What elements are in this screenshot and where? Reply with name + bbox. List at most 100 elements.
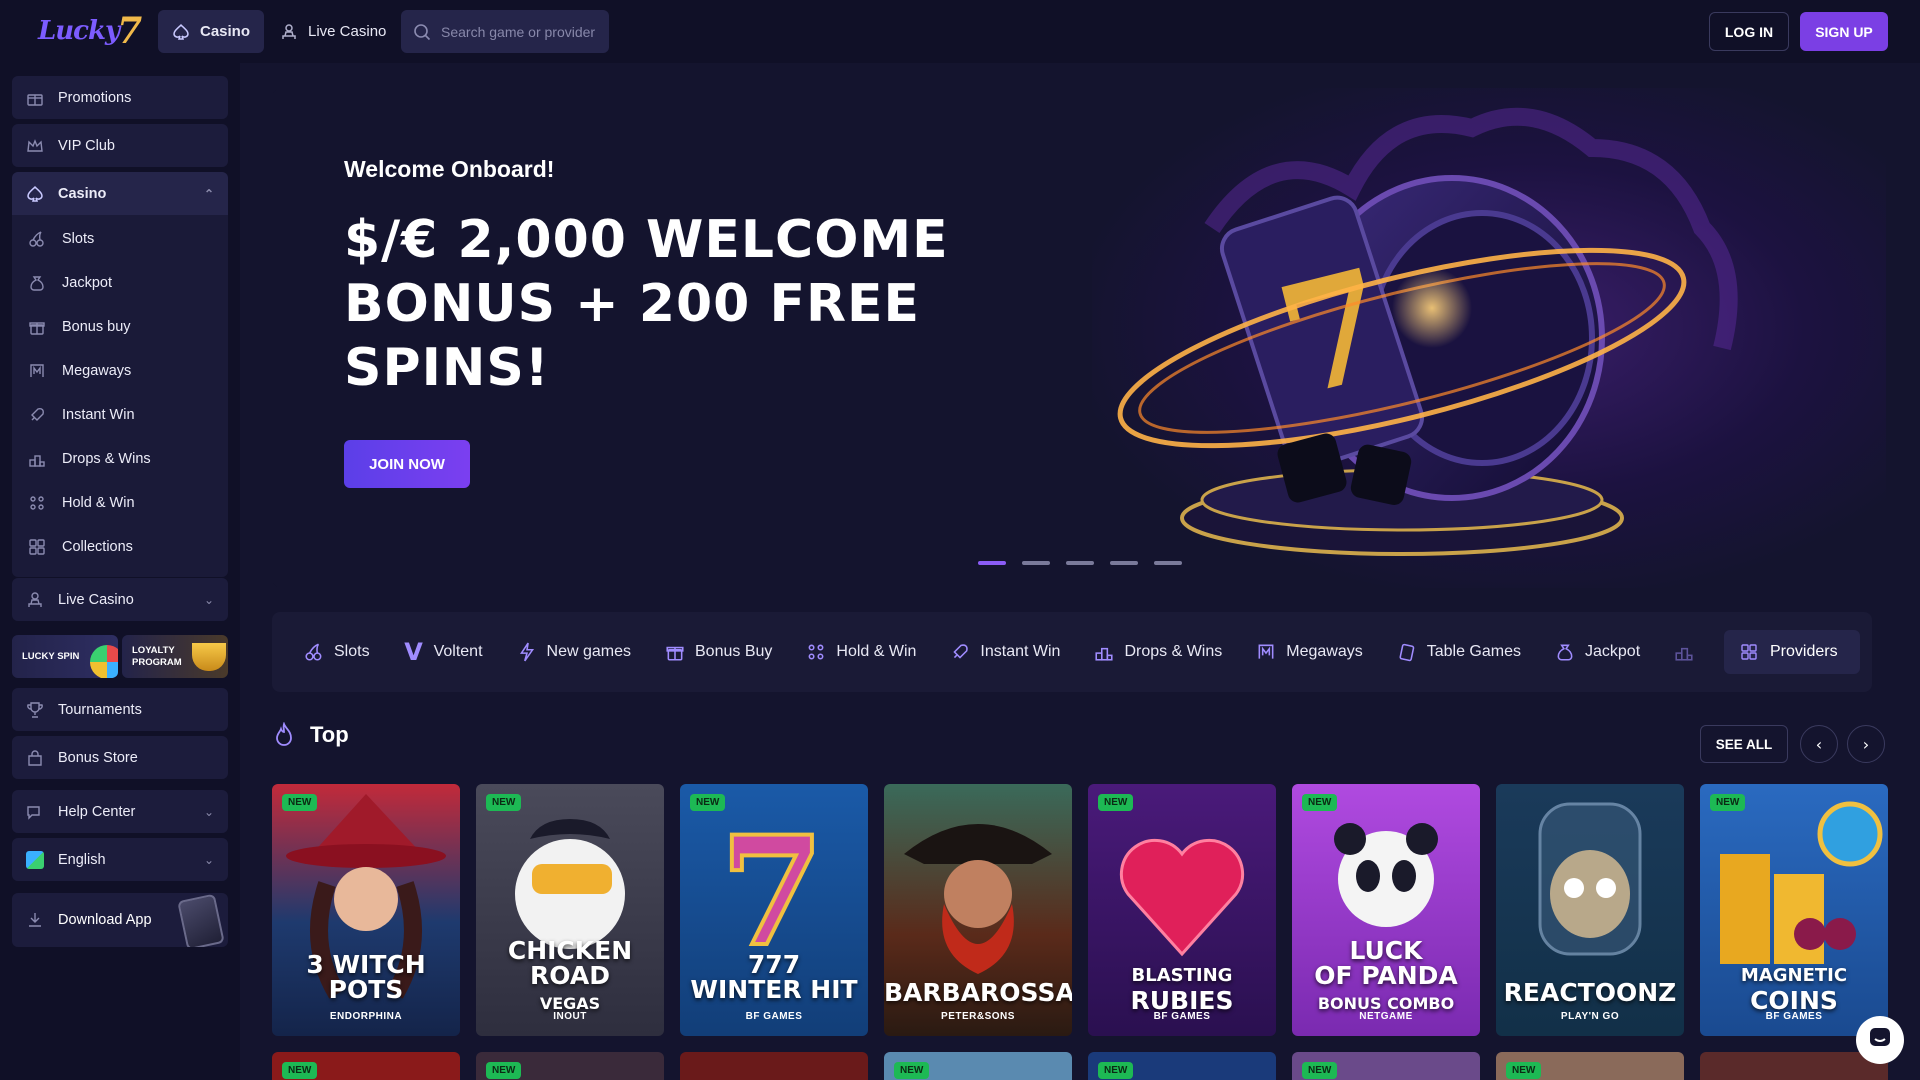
category-more[interactable] bbox=[1674, 642, 1694, 662]
game-card[interactable]: NEW MAGNETIC COINS BF GAMES bbox=[1700, 784, 1888, 1036]
flag-icon bbox=[26, 850, 44, 869]
language-selector[interactable]: English ⌄ bbox=[12, 838, 228, 881]
sidebar-subitem-bonus-buy[interactable]: Bonus buy bbox=[28, 307, 131, 347]
subitem-label: Slots bbox=[62, 231, 95, 247]
signup-button[interactable]: SIGN UP bbox=[1800, 12, 1888, 51]
game-card-partial[interactable]: NEW bbox=[272, 1052, 460, 1080]
sidebar-item-label: VIP Club bbox=[58, 137, 115, 154]
game-card-partial[interactable]: NEW bbox=[476, 1052, 664, 1080]
casino-submenu: Slots Jackpot Bonus buy Megaways Instant… bbox=[12, 215, 228, 577]
m-icon bbox=[28, 362, 46, 380]
category-table-games[interactable]: Table Games bbox=[1397, 642, 1521, 662]
sidebar-item-promotions[interactable]: Promotions bbox=[12, 76, 228, 119]
category-jackpot[interactable]: Jackpot bbox=[1555, 642, 1640, 662]
game-card[interactable]: 7 NEW 777 WINTER HIT BF GAMES bbox=[680, 784, 868, 1036]
sidebar-subitem-slots[interactable]: Slots bbox=[28, 219, 94, 259]
chevron-up-icon: ⌃ bbox=[203, 186, 214, 201]
category-voltent[interactable]: V Voltent bbox=[404, 638, 482, 666]
game-card-partial[interactable] bbox=[680, 1052, 868, 1080]
game-provider: BF GAMES bbox=[745, 1011, 803, 1022]
providers-button[interactable]: Providers bbox=[1724, 630, 1860, 674]
sidebar-item-vip-club[interactable]: VIP Club bbox=[12, 124, 228, 167]
download-app-button[interactable]: Download App bbox=[12, 893, 228, 947]
loyalty-label: LOYALTY PROGRAM bbox=[132, 645, 182, 668]
game-card[interactable]: REACTOONZ PLAY'N GO bbox=[1496, 784, 1684, 1036]
game-card[interactable]: NEW BLASTING RUBIES BF GAMES bbox=[1088, 784, 1276, 1036]
search-input[interactable] bbox=[441, 23, 601, 40]
spade-icon bbox=[172, 23, 190, 41]
chat-icon bbox=[1867, 1025, 1893, 1056]
top-header: Lucky7 Casino Live Casino LOG IN SIGN UP bbox=[0, 0, 1920, 63]
sidebar-subitem-collections[interactable]: Collections bbox=[28, 527, 133, 567]
site-logo[interactable]: Lucky 7 bbox=[38, 10, 142, 52]
category-hold-win[interactable]: Hold & Win bbox=[806, 642, 916, 662]
carousel-dot[interactable] bbox=[1066, 561, 1094, 565]
carousel-dot[interactable] bbox=[978, 561, 1006, 565]
next-arrow-button[interactable]: › bbox=[1847, 725, 1885, 763]
section-title: Top bbox=[310, 722, 349, 747]
game-card[interactable]: NEW LUCK OF PANDA BONUS COMBO NETGAME bbox=[1292, 784, 1480, 1036]
logo-text: Lucky bbox=[38, 16, 120, 46]
sidebar-item-label: Help Center bbox=[58, 803, 136, 820]
chevron-down-icon: ⌄ bbox=[203, 804, 214, 819]
login-button[interactable]: LOG IN bbox=[1709, 12, 1789, 51]
game-card-partial[interactable] bbox=[1700, 1052, 1888, 1080]
trophy-icon bbox=[192, 643, 226, 671]
category-label: Jackpot bbox=[1585, 643, 1641, 660]
tab-label: Live Casino bbox=[308, 23, 387, 40]
game-card-partial[interactable]: NEW bbox=[1496, 1052, 1684, 1080]
carousel-dot[interactable] bbox=[1022, 561, 1050, 565]
second-games-row: NEW NEW NEW NEW NEW NEW bbox=[272, 1052, 1888, 1080]
new-badge: NEW bbox=[1098, 1062, 1134, 1079]
subitem-label: Drops & Wins bbox=[62, 451, 151, 467]
category-megaways[interactable]: Megaways bbox=[1256, 642, 1363, 662]
category-drops-wins[interactable]: Drops & Wins bbox=[1094, 642, 1222, 662]
lucky-spin-banner[interactable]: LUCKY SPIN bbox=[12, 635, 118, 678]
category-instant-win[interactable]: Instant Win bbox=[950, 642, 1060, 662]
game-card[interactable]: BARBAROSSA PETER&SONS bbox=[884, 784, 1072, 1036]
subitem-label: Collections bbox=[62, 539, 133, 555]
sidebar-item-live-casino[interactable]: Live Casino ⌄ bbox=[12, 578, 228, 621]
sidebar-item-tournaments[interactable]: Tournaments bbox=[12, 688, 228, 731]
join-now-button[interactable]: JOIN NOW bbox=[344, 440, 470, 488]
loyalty-program-banner[interactable]: LOYALTY PROGRAM bbox=[122, 635, 228, 678]
sidebar-item-label: Promotions bbox=[58, 89, 132, 106]
game-card[interactable]: NEW 3 WITCH POTS ENDORPHINA bbox=[272, 784, 460, 1036]
sidebar-subitem-instant-win[interactable]: Instant Win bbox=[28, 395, 135, 435]
game-provider: ENDORPHINA bbox=[329, 1011, 403, 1022]
new-badge: NEW bbox=[1098, 794, 1134, 811]
sidebar-item-bonus-store[interactable]: Bonus Store bbox=[12, 736, 228, 779]
sidebar-subitem-megaways[interactable]: Megaways bbox=[28, 351, 131, 391]
subitem-label: Jackpot bbox=[62, 275, 112, 291]
game-card-partial[interactable]: NEW bbox=[884, 1052, 1072, 1080]
category-new-games[interactable]: New games bbox=[517, 642, 631, 662]
carousel-dot[interactable] bbox=[1110, 561, 1138, 565]
live-chat-button[interactable] bbox=[1856, 1016, 1904, 1064]
grid-icon bbox=[1740, 643, 1758, 661]
sidebar-item-label: Casino bbox=[58, 185, 107, 202]
category-slots[interactable]: Slots bbox=[304, 642, 370, 662]
game-card[interactable]: NEW CHICKEN ROAD VEGAS INOUT bbox=[476, 784, 664, 1036]
tab-live-casino[interactable]: Live Casino bbox=[266, 10, 400, 53]
money-bag-icon bbox=[1555, 642, 1575, 662]
voltent-v-icon: V bbox=[404, 638, 423, 666]
sidebar-subitem-drops-wins[interactable]: Drops & Wins bbox=[28, 439, 151, 479]
language-label: English bbox=[58, 851, 106, 868]
game-title: 777 WINTER HIT bbox=[690, 950, 858, 1004]
podium-icon bbox=[1674, 642, 1694, 662]
prev-arrow-button[interactable]: ‹ bbox=[1800, 725, 1838, 763]
gift-icon bbox=[26, 89, 44, 107]
category-bonus-buy[interactable]: Bonus Buy bbox=[665, 642, 772, 662]
tab-casino[interactable]: Casino bbox=[158, 10, 265, 53]
game-card-partial[interactable]: NEW bbox=[1088, 1052, 1276, 1080]
sidebar-item-casino[interactable]: Casino ⌃ bbox=[12, 172, 228, 215]
see-all-button[interactable]: SEE ALL bbox=[1700, 725, 1788, 763]
sidebar-item-help-center[interactable]: Help Center ⌄ bbox=[12, 790, 228, 833]
sidebar-subitem-jackpot[interactable]: Jackpot bbox=[28, 263, 112, 303]
category-label: Instant Win bbox=[980, 643, 1061, 660]
carousel-dot[interactable] bbox=[1154, 561, 1182, 565]
search-box[interactable] bbox=[401, 10, 609, 53]
game-card-partial[interactable]: NEW bbox=[1292, 1052, 1480, 1080]
sidebar-subitem-hold-win[interactable]: Hold & Win bbox=[28, 483, 135, 523]
subitem-label: Hold & Win bbox=[62, 495, 135, 511]
